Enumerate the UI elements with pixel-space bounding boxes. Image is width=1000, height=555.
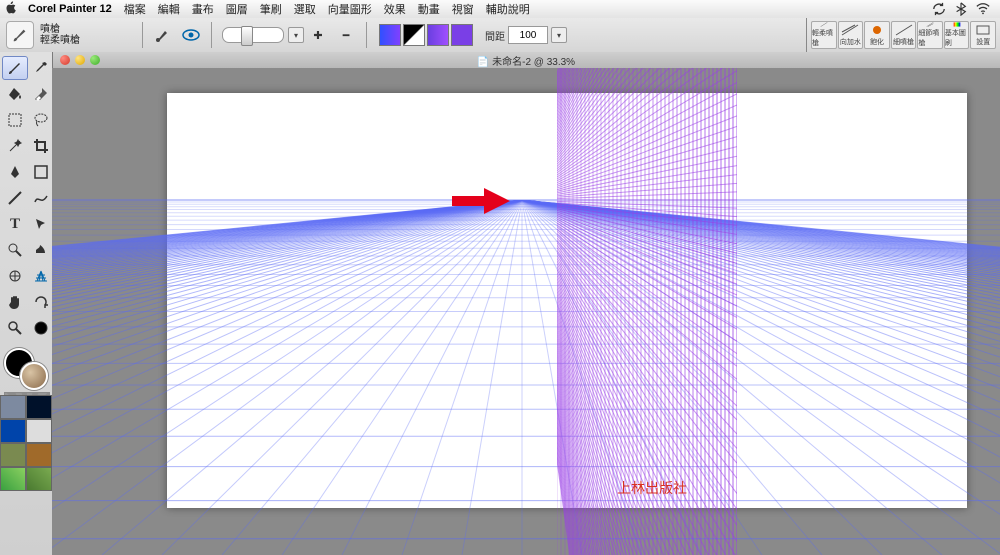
- watermark-text: 上林出版社: [617, 478, 687, 498]
- menu-movie[interactable]: 動畫: [412, 1, 446, 17]
- canvas-area: 上林出版社: [52, 68, 1000, 555]
- window-controls: [60, 55, 100, 65]
- tool-dodge[interactable]: [2, 238, 28, 262]
- tool-magic-wand[interactable]: [2, 134, 28, 158]
- spacing-input[interactable]: [508, 26, 548, 44]
- bluetooth-icon[interactable]: [954, 2, 968, 16]
- size-shrink-icon[interactable]: ━: [334, 23, 358, 47]
- divider: [211, 22, 212, 48]
- tool-marquee[interactable]: [2, 108, 28, 132]
- brush-thumb-icon: [6, 21, 34, 49]
- app-name[interactable]: Corel Painter 12: [22, 3, 118, 15]
- tool-pen[interactable]: [2, 160, 28, 184]
- color-wells: [0, 348, 52, 388]
- document-tab-strip: 📄 未命名-2 @ 33.3%: [52, 52, 1000, 69]
- gradient-swatch-3[interactable]: [427, 24, 449, 46]
- additional-color-well[interactable]: [20, 362, 48, 390]
- apple-menu[interactable]: [0, 1, 22, 17]
- swatch[interactable]: [26, 395, 52, 419]
- divider: [142, 22, 143, 48]
- tool-text[interactable]: T: [2, 212, 28, 236]
- tool-burn[interactable]: [28, 238, 54, 262]
- brush-search-icon[interactable]: [151, 23, 175, 47]
- tracker-btn-6[interactable]: 設置: [970, 21, 996, 49]
- tool-pointer[interactable]: [28, 212, 54, 236]
- tool-eraser[interactable]: [28, 82, 54, 106]
- tool-freehand[interactable]: [28, 186, 54, 210]
- tracker-btn-5[interactable]: 基本圖刷: [944, 21, 970, 49]
- size-step-icon[interactable]: ✚: [306, 23, 330, 47]
- tool-rotate[interactable]: [28, 290, 54, 314]
- swatch[interactable]: [0, 467, 26, 491]
- swatch[interactable]: [26, 419, 52, 443]
- gradient-swatch-4[interactable]: [451, 24, 473, 46]
- swatch[interactable]: [26, 467, 52, 491]
- tool-color-picker[interactable]: [28, 316, 54, 340]
- spacing-label: 間距: [485, 28, 505, 43]
- menu-layers[interactable]: 圖層: [220, 1, 254, 17]
- swatch[interactable]: [0, 395, 26, 419]
- brush-tracking-panel: 輕柔噴槍 向加水 飽化 細噴槍 細節噴槍 基本圖刷 設置: [806, 18, 1000, 52]
- menu-canvas[interactable]: 畫布: [186, 1, 220, 17]
- minimize-button[interactable]: [75, 55, 85, 65]
- menu-select[interactable]: 選取: [288, 1, 322, 17]
- size-dropdown[interactable]: ▾: [288, 27, 304, 43]
- divider: [366, 22, 367, 48]
- brush-variant-label: 輕柔噴槍: [40, 35, 80, 46]
- tool-magnifier[interactable]: [2, 316, 28, 340]
- tool-brush[interactable]: [2, 56, 28, 80]
- menu-effects[interactable]: 效果: [378, 1, 412, 17]
- size-slider[interactable]: [222, 27, 284, 43]
- tool-perspective-grid[interactable]: [28, 264, 54, 288]
- zoom-button[interactable]: [90, 55, 100, 65]
- menu-file[interactable]: 檔案: [118, 1, 152, 17]
- sync-icon[interactable]: [932, 2, 946, 16]
- tracker-btn-2[interactable]: 飽化: [864, 21, 890, 49]
- wifi-icon[interactable]: [976, 2, 990, 16]
- brush-ghost-icon[interactable]: [179, 23, 203, 47]
- menu-window[interactable]: 視窗: [446, 1, 480, 17]
- gradient-swatches: [379, 24, 473, 46]
- gradient-swatch-2[interactable]: [403, 24, 425, 46]
- tracker-btn-4[interactable]: 細節噴槍: [917, 21, 943, 49]
- document-canvas[interactable]: [167, 93, 967, 508]
- document-title: 📄 未命名-2 @ 33.3%: [477, 53, 575, 68]
- tool-lasso[interactable]: [28, 108, 54, 132]
- mac-menu-bar: Corel Painter 12 檔案 編輯 畫布 圖層 筆刷 選取 向量圖形 …: [0, 0, 1000, 19]
- tool-shape[interactable]: [28, 160, 54, 184]
- spacing-dropdown[interactable]: ▾: [551, 27, 567, 43]
- tool-dropper[interactable]: [28, 56, 54, 80]
- tool-clone[interactable]: [2, 264, 28, 288]
- gradient-swatch-1[interactable]: [379, 24, 401, 46]
- tracker-btn-3[interactable]: 細噴槍: [891, 21, 917, 49]
- spacing-control: 間距 ▾: [485, 26, 567, 44]
- swatch[interactable]: [0, 419, 26, 443]
- menu-shapes[interactable]: 向量圖形: [322, 1, 378, 17]
- media-swatch-panel: [0, 395, 52, 491]
- tool-hand[interactable]: [2, 290, 28, 314]
- brush-category-label: 噴槍: [40, 24, 80, 35]
- close-button[interactable]: [60, 55, 70, 65]
- brush-selector[interactable]: 噴槍 輕柔噴槍: [6, 21, 136, 49]
- menu-edit[interactable]: 編輯: [152, 1, 186, 17]
- tracker-btn-1[interactable]: 向加水: [838, 21, 864, 49]
- annotation-arrow: [452, 186, 512, 216]
- menu-help[interactable]: 輔助說明: [480, 1, 536, 17]
- menu-brushes[interactable]: 筆刷: [254, 1, 288, 17]
- tool-crop[interactable]: [28, 134, 54, 158]
- tool-line[interactable]: [2, 186, 28, 210]
- tool-paint-bucket[interactable]: [2, 82, 28, 106]
- swatch[interactable]: [26, 443, 52, 467]
- tracker-btn-0[interactable]: 輕柔噴槍: [811, 21, 837, 49]
- swatch[interactable]: [0, 443, 26, 467]
